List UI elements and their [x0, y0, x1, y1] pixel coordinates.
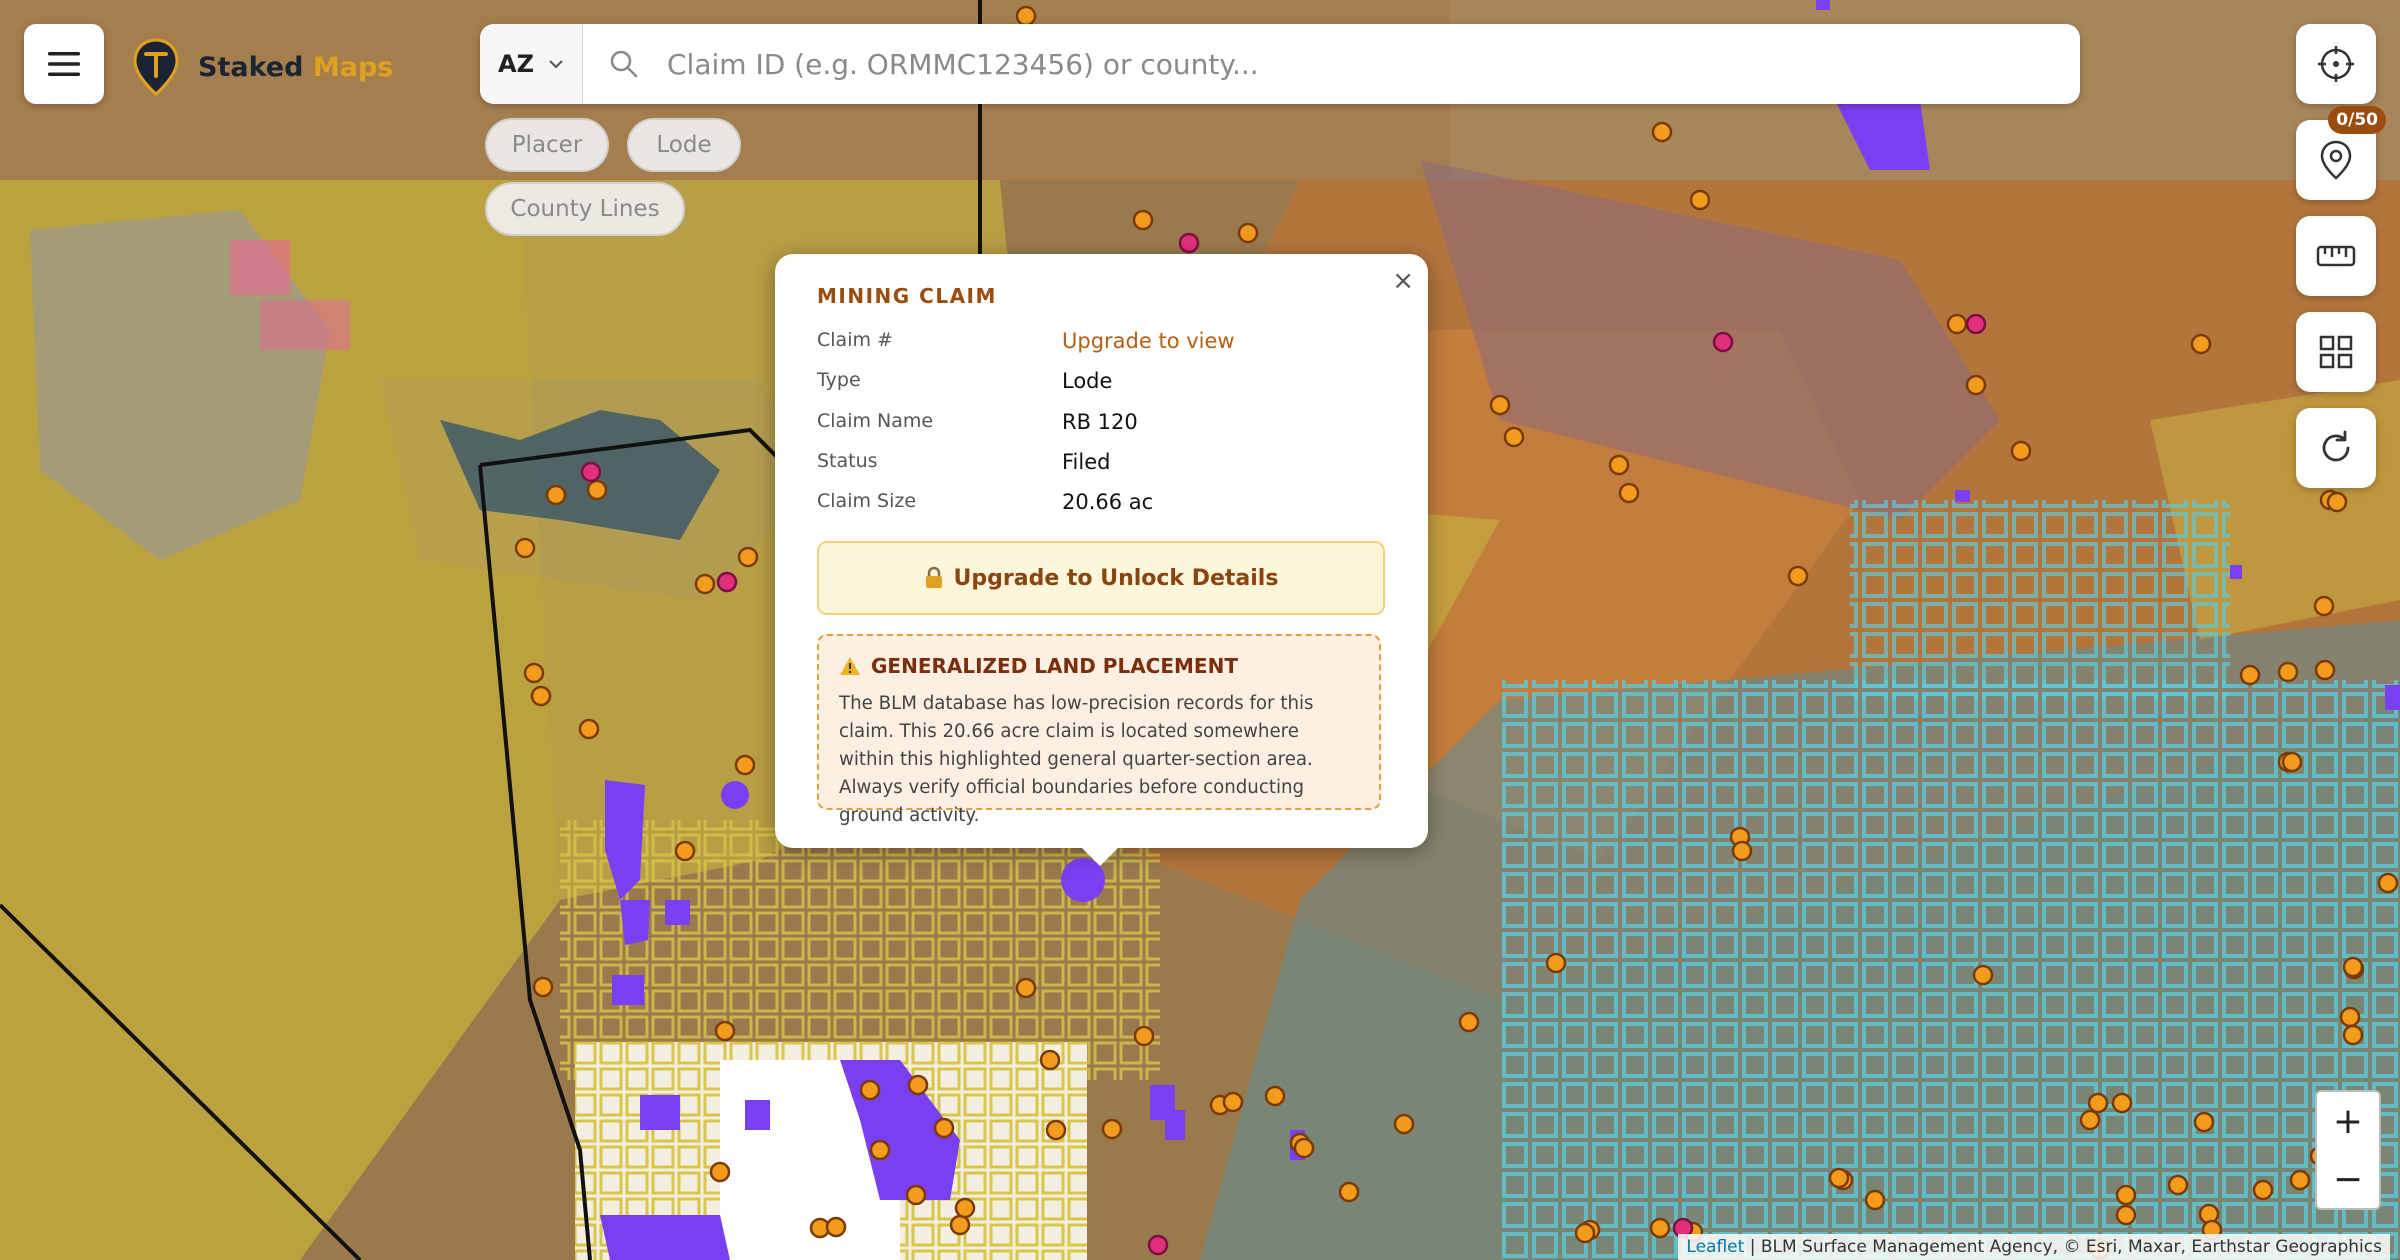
ruler-icon [2316, 245, 2356, 267]
search-input[interactable] [665, 24, 2080, 104]
zoom-out-button[interactable]: − [2315, 1150, 2381, 1210]
zoom-in-label: + [2332, 1100, 2364, 1142]
chip-label: Lode [656, 132, 712, 158]
filter-chip-lode[interactable]: Lode [627, 118, 741, 172]
saved-claims-button[interactable]: 0/50 [2296, 106, 2386, 200]
warning-title: GENERALIZED LAND PLACEMENT [871, 654, 1238, 678]
claim-popup: × MINING CLAIM Claim # Upgrade to view T… [775, 254, 1428, 866]
zoom-in-button[interactable]: + [2315, 1090, 2381, 1152]
upgrade-to-view-link[interactable]: Upgrade to view [1062, 329, 1235, 353]
generalized-placement-warning: GENERALIZED LAND PLACEMENT The BLM datab… [817, 634, 1381, 826]
chevron-down-icon [549, 60, 563, 69]
row-label: Claim Name [817, 410, 934, 432]
brand-logo: Staked Maps [132, 38, 393, 96]
row-type: Type Lode [817, 369, 1377, 393]
popup-title: MINING CLAIM [817, 284, 997, 308]
unlock-label: Upgrade to Unlock Details [953, 565, 1279, 591]
row-value: 20.66 ac [1062, 490, 1154, 514]
brand-part1: Staked [198, 51, 304, 83]
measure-button[interactable] [2296, 216, 2376, 296]
grid-icon [2319, 335, 2353, 369]
crosshair-icon [2318, 46, 2354, 82]
chip-label: County Lines [510, 196, 660, 222]
close-icon[interactable]: × [1392, 266, 1414, 296]
row-value: Lode [1062, 369, 1113, 393]
leaflet-link[interactable]: Leaflet [1686, 1237, 1744, 1257]
search-icon [610, 50, 638, 78]
brand-name: Staked Maps [198, 52, 393, 83]
popup-tip [1080, 846, 1120, 866]
search-bar: AZ [480, 24, 2080, 104]
chip-label: Placer [511, 132, 583, 158]
filter-chip-county-lines[interactable]: County Lines [485, 182, 685, 236]
pin-logo-icon [133, 38, 179, 96]
row-label: Status [817, 450, 878, 472]
brand-part2: Maps [312, 51, 394, 83]
lock-icon [925, 566, 942, 588]
refresh-button[interactable] [2296, 408, 2376, 488]
hamburger-icon [48, 52, 80, 76]
row-value: Filed [1062, 450, 1111, 474]
attribution-text: | BLM Surface Management Agency, © Esri,… [1744, 1237, 2382, 1257]
row-value: RB 120 [1062, 410, 1138, 434]
row-label: Claim Size [817, 490, 917, 512]
row-label: Claim # [817, 329, 893, 351]
warning-text: The BLM database has low-precision recor… [839, 693, 1314, 826]
map-pin-icon [2320, 140, 2352, 180]
row-status: Status Filed [817, 450, 1377, 474]
zoom-out-label: − [2332, 1158, 2364, 1200]
state-value: AZ [498, 50, 534, 78]
menu-button[interactable] [24, 24, 104, 104]
refresh-icon [2322, 430, 2350, 462]
state-select[interactable]: AZ [480, 24, 583, 104]
layers-button[interactable] [2296, 312, 2376, 392]
row-label: Type [817, 369, 861, 391]
warning-icon [840, 657, 860, 675]
locate-button[interactable] [2296, 24, 2376, 104]
map-attribution: Leaflet | BLM Surface Management Agency,… [1678, 1234, 2390, 1260]
row-claim-size: Claim Size 20.66 ac [817, 490, 1377, 514]
saved-count-badge: 0/50 [2328, 106, 2386, 134]
upgrade-unlock-button[interactable]: Upgrade to Unlock Details [817, 541, 1385, 615]
row-claim-number: Claim # Upgrade to view [817, 329, 1377, 353]
row-claim-name: Claim Name RB 120 [817, 410, 1377, 434]
filter-chip-placer[interactable]: Placer [485, 118, 609, 172]
